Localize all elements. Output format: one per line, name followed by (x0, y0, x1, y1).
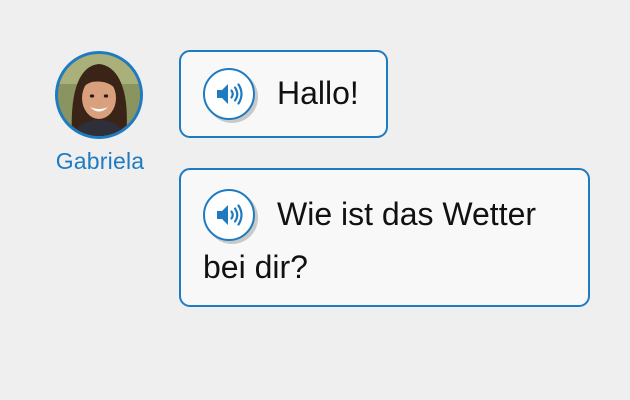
speaker-name: Gabriela (55, 148, 145, 174)
play-audio-button[interactable] (203, 68, 255, 120)
message-text: Hallo! (277, 75, 359, 111)
message-bubble: Wie ist das Wetter bei dir? (179, 168, 590, 307)
play-audio-button[interactable] (203, 189, 255, 241)
dialogue-panel: Gabriela Hallo! Wie ist das Wetter bei d… (0, 0, 630, 400)
avatar (55, 51, 143, 139)
speaker-volume-icon (217, 204, 243, 226)
avatar-portrait (58, 54, 140, 136)
message-bubble: Hallo! (179, 50, 388, 138)
speaker-volume-icon (217, 83, 243, 105)
